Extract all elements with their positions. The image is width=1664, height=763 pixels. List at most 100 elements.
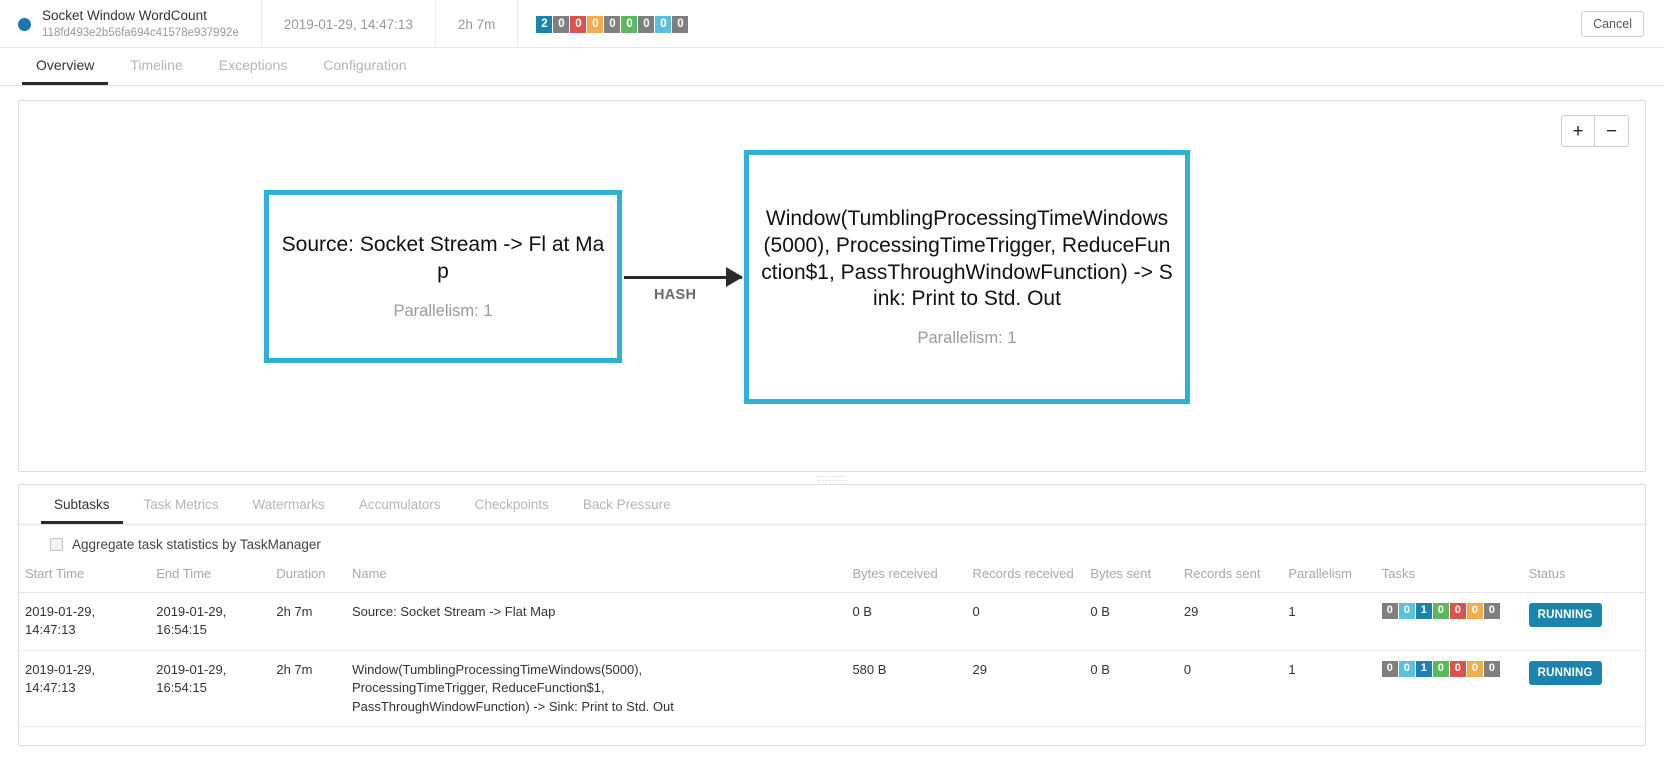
aggregate-toggle-row: Aggregate task statistics by TaskManager [19,525,1645,562]
cancel-button[interactable]: Cancel [1581,11,1644,37]
task-badge-3: 0 [1432,660,1449,677]
task-badge-0: 0 [1381,603,1398,619]
column-header-end-time[interactable]: End Time [150,562,271,593]
cell-end-time: 2019-01-29, 16:54:15 [150,592,271,651]
tab-accumulators[interactable]: Accumulators [346,497,454,524]
cell-tasks: 0010000 [1375,650,1523,728]
tab-timeline[interactable]: Timeline [116,57,196,85]
job-badge-2: 0 [570,15,587,33]
column-header-parallelism[interactable]: Parallelism [1282,562,1376,593]
graph-zoom-controls: + − [1561,115,1629,147]
cell-records-sent: 0 [1177,650,1283,728]
task-badge-0: 0 [1381,660,1398,677]
graph-edge-arrow-icon [726,267,743,287]
job-badge-3: 0 [587,15,604,33]
job-status-dot [18,17,31,31]
graph-node-source-parallelism: Parallelism: 1 [393,301,493,320]
graph-node-window[interactable]: Window(TumblingProcessingTimeWindows(500… [744,150,1190,404]
job-identity: Socket Window WordCount 118fd493e2b56fa6… [0,0,262,48]
task-badge-2: 1 [1415,660,1432,677]
task-badge-3: 0 [1432,603,1449,619]
tab-subtasks[interactable]: Subtasks [41,497,123,524]
tab-configuration[interactable]: Configuration [309,57,420,85]
task-badge-6: 0 [1483,660,1500,677]
tab-watermarks[interactable]: Watermarks [240,497,338,524]
job-badge-1: 0 [553,15,570,33]
cell-status: RUNNING [1522,650,1645,728]
graph-node-window-parallelism: Parallelism: 1 [917,328,1017,347]
cell-start-time: 2019-01-29, 14:47:13 [19,592,151,651]
cell-name-line: Source: Socket Stream -> Flat Map [351,604,556,619]
cell-name-line: PassThroughWindowFunction) -> Sink: Prin… [351,698,674,714]
cancel-cell: Cancel [1559,0,1664,48]
table-row[interactable]: 2019-01-29, 14:47:13 2019-01-29, 16:54:15… [19,592,1645,651]
detail-sub-tabs: Subtasks Task Metrics Watermarks Accumul… [19,485,1645,525]
column-header-bytes-received[interactable]: Bytes received [846,562,967,593]
cell-end-time: 2019-01-29, 16:54:15 [150,650,271,728]
tab-exceptions[interactable]: Exceptions [205,57,301,85]
job-name: Socket Window WordCount [42,7,207,23]
cell-bytes-sent: 0 B [1084,592,1178,651]
job-nav-tabs: Overview Timeline Exceptions Configurati… [0,48,1664,86]
graph-node-window-label: Window(TumblingProcessingTimeWindows(500… [761,207,1173,311]
job-graph-panel[interactable]: + − Source: Socket Stream -> Fl at Map P… [18,100,1646,472]
column-header-records-sent[interactable]: Records sent [1177,562,1283,593]
subtasks-table-header-row: Start Time End Time Duration Name Bytes … [19,562,1645,593]
column-header-name[interactable]: Name [345,562,847,593]
cell-status: RUNNING [1522,592,1645,651]
tab-back-pressure[interactable]: Back Pressure [570,497,684,524]
job-badge-6: 0 [638,15,655,33]
aggregate-label[interactable]: Aggregate task statistics by TaskManager [72,537,321,552]
column-header-duration[interactable]: Duration [270,562,346,593]
job-task-status-badges: 200000000 [518,0,707,48]
aggregate-checkbox[interactable] [50,538,63,551]
cell-bytes-received: 580 B [846,650,967,728]
cell-name-line: Window(TumblingProcessingTimeWindows(500… [351,661,643,677]
header-spacer [707,0,1559,48]
tab-task-metrics[interactable]: Task Metrics [131,497,232,524]
column-header-records-received[interactable]: Records received [966,562,1085,593]
cell-bytes-received: 0 B [846,592,967,651]
task-badge-6: 0 [1483,603,1500,619]
cell-bytes-sent: 0 B [1084,650,1178,728]
cell-start-time: 2019-01-29, 14:47:13 [19,650,151,728]
zoom-in-button[interactable]: + [1561,115,1595,147]
column-header-tasks[interactable]: Tasks [1375,562,1523,593]
job-id: 118fd493e2b56fa694c41578e937992e [42,26,239,39]
table-row[interactable]: 2019-01-29, 14:47:13 2019-01-29, 16:54:15… [19,650,1645,728]
task-badge-5: 0 [1466,603,1483,619]
job-badge-5: 0 [621,15,638,33]
zoom-out-button[interactable]: − [1595,115,1629,147]
graph-edge-label: HASH [654,287,697,303]
column-header-bytes-sent[interactable]: Bytes sent [1084,562,1178,593]
job-badge-8: 0 [672,15,689,33]
cell-records-received: 29 [966,650,1085,728]
job-badge-4: 0 [604,15,621,33]
status-badge: RUNNING [1528,660,1602,686]
subtasks-table: Start Time End Time Duration Name Bytes … [19,562,1645,728]
cell-name: Source: Socket Stream -> Flat Map [345,592,847,651]
graph-node-source[interactable]: Source: Socket Stream -> Fl at Map Paral… [264,190,622,363]
tab-checkpoints[interactable]: Checkpoints [462,497,562,524]
column-header-status[interactable]: Status [1522,562,1645,593]
column-header-start-time[interactable]: Start Time [19,562,151,593]
cell-parallelism: 1 [1282,650,1376,728]
task-badge-group: 0010000 [1381,603,1517,619]
cell-parallelism: 1 [1282,592,1376,651]
cell-tasks: 0010000 [1375,592,1523,651]
cell-duration: 2h 7m [270,650,346,728]
task-badge-5: 0 [1466,660,1483,677]
tab-overview[interactable]: Overview [22,57,109,85]
task-badge-group: 0010000 [1381,660,1517,677]
panel-resize-handle[interactable]: :::::::: [0,472,1664,484]
cell-name: Window(TumblingProcessingTimeWindows(500… [345,650,847,728]
job-badge-7: 0 [655,15,672,33]
cell-records-sent: 29 [1177,592,1283,651]
cell-duration: 2h 7m [270,592,346,651]
job-badge-0: 2 [536,15,553,33]
job-duration: 2h 7m [436,0,519,48]
task-badge-1: 0 [1398,603,1415,619]
job-header: Socket Window WordCount 118fd493e2b56fa6… [0,0,1664,48]
cell-name-line: ProcessingTimeTrigger, ReduceFunction$1, [351,680,605,696]
task-badge-4: 0 [1449,660,1466,677]
